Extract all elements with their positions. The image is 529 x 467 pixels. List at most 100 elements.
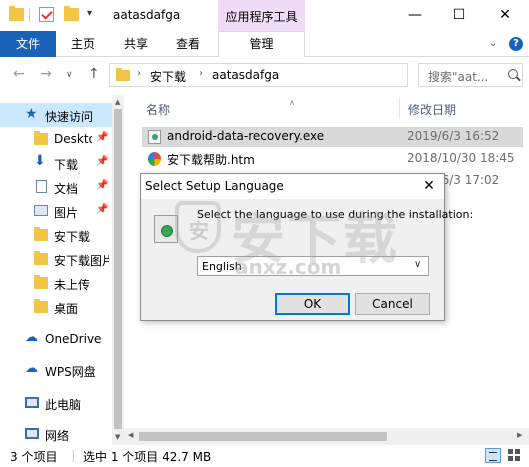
search-icon[interactable] bbox=[508, 69, 518, 79]
column-header-name[interactable]: 名称 ∧ bbox=[146, 98, 295, 118]
minimize-button[interactable]: — bbox=[395, 0, 435, 31]
nav-item-folder[interactable]: 安下载图片 bbox=[0, 247, 112, 271]
nav-item-quick-access[interactable]: ★ 快速访问 bbox=[0, 103, 112, 127]
network-icon bbox=[25, 428, 39, 439]
tab-home[interactable]: 主页 bbox=[71, 31, 95, 57]
column-header-modified[interactable]: 修改日期 bbox=[408, 101, 456, 118]
search-input[interactable]: 搜索"aat... bbox=[418, 63, 523, 87]
browser-file-icon bbox=[148, 152, 161, 166]
pin-icon[interactable]: 📌 bbox=[96, 132, 108, 143]
new-folder-icon[interactable] bbox=[64, 6, 79, 21]
scrollbar-thumb[interactable] bbox=[139, 432, 387, 441]
status-bar: 3 个项目 选中 1 个项目 42.7 MB bbox=[0, 445, 529, 467]
breadcrumb-chevron-icon[interactable]: › bbox=[199, 68, 203, 79]
sort-chevron-icon: ∧ bbox=[289, 98, 295, 107]
window-title: aatasdafga bbox=[113, 8, 181, 22]
file-date: 2019/6/3 16:52 bbox=[407, 129, 500, 143]
folder-icon bbox=[34, 299, 48, 313]
file-date: 2018/10/30 18:45 bbox=[407, 151, 515, 165]
pin-icon[interactable]: 📌 bbox=[96, 180, 108, 191]
tab-share[interactable]: 共享 bbox=[124, 31, 148, 57]
title-bar: ▾ aatasdafga 应用程序工具 — ☐ ✕ bbox=[0, 0, 529, 31]
chevron-down-icon[interactable]: ⌄ bbox=[489, 38, 497, 49]
nav-item-this-pc[interactable]: 此电脑 bbox=[0, 391, 112, 415]
scroll-left-icon[interactable]: ◀ bbox=[128, 431, 133, 439]
separator bbox=[29, 8, 30, 22]
address-box[interactable]: › 安下载 › aatasdafga ∨ ↻ bbox=[109, 63, 506, 87]
nav-item-documents[interactable]: 文档 📌 bbox=[0, 175, 112, 199]
dialog-title: Select Setup Language bbox=[145, 179, 284, 193]
file-name: 安下载帮助.htm bbox=[167, 153, 255, 167]
table-row[interactable]: 安下载帮助.htm 2018/10/30 18:45 bbox=[142, 149, 523, 169]
scrollbar-thumb[interactable] bbox=[114, 109, 122, 429]
nav-label: 安下载图片 bbox=[54, 254, 109, 268]
search-placeholder: 搜索"aat... bbox=[428, 70, 489, 84]
nav-scrollbar[interactable]: ▲ ▼ bbox=[112, 95, 124, 445]
navigation-pane: ★ 快速访问 Desktop 📌 ⬇ 下载 📌 文档 📌 图片 📌 安下载 安下… bbox=[0, 95, 124, 445]
nav-label: Desktop bbox=[54, 132, 92, 146]
nav-label: 桌面 bbox=[54, 302, 79, 316]
column-divider[interactable] bbox=[399, 97, 400, 119]
dialog-title-bar[interactable]: Select Setup Language ✕ bbox=[141, 174, 444, 199]
dialog-message: Select the language to use during the in… bbox=[197, 208, 474, 221]
up-arrow-icon[interactable]: ↑ bbox=[88, 66, 100, 82]
language-select[interactable]: English ∨ bbox=[197, 256, 429, 276]
download-arrow-icon: ⬇ bbox=[34, 153, 46, 169]
close-icon[interactable]: ✕ bbox=[416, 176, 442, 196]
pin-icon[interactable]: 📌 bbox=[96, 204, 108, 215]
installer-disc bbox=[161, 225, 173, 237]
breadcrumb-item[interactable]: aatasdafga bbox=[212, 68, 279, 82]
chevron-down-icon[interactable]: ▾ bbox=[87, 8, 92, 19]
file-name: android-data-recovery.exe bbox=[167, 129, 325, 143]
large-icons-view-icon[interactable] bbox=[508, 449, 522, 462]
separator bbox=[73, 450, 74, 462]
details-view-icon[interactable] bbox=[485, 448, 501, 463]
help-icon[interactable]: ? bbox=[509, 37, 523, 51]
exe-file-icon bbox=[148, 130, 161, 144]
nav-item-network[interactable]: 网络 bbox=[0, 422, 112, 446]
app-tools-label: 应用程序工具 bbox=[225, 10, 298, 24]
pin-icon[interactable]: 📌 bbox=[96, 156, 108, 167]
breadcrumb-chevron-icon[interactable]: › bbox=[137, 68, 141, 79]
item-count: 3 个项目 bbox=[10, 450, 58, 464]
nav-item-onedrive[interactable]: ☁ OneDrive bbox=[0, 327, 112, 351]
ribbon-tabs: 文件 主页 共享 查看 管理 ⌄ ? bbox=[0, 31, 529, 58]
language-value: English bbox=[202, 260, 242, 273]
cancel-button[interactable]: Cancel bbox=[355, 293, 430, 315]
chevron-down-icon[interactable]: ∨ bbox=[414, 259, 421, 270]
nav-item-desktop[interactable]: Desktop 📌 bbox=[0, 127, 112, 151]
computer-icon bbox=[25, 397, 39, 408]
nav-item-downloads[interactable]: ⬇ 下载 📌 bbox=[0, 151, 112, 175]
back-arrow-icon[interactable]: ← bbox=[13, 66, 25, 82]
scroll-right-icon[interactable]: ▶ bbox=[517, 431, 522, 439]
tab-file[interactable]: 文件 bbox=[0, 31, 56, 57]
forward-arrow-icon[interactable]: → bbox=[40, 66, 52, 82]
ok-button[interactable]: OK bbox=[275, 293, 350, 315]
nav-item-folder[interactable]: 安下载 bbox=[0, 223, 112, 247]
nav-item-folder[interactable]: 未上传 bbox=[0, 271, 112, 295]
breadcrumb-item[interactable]: 安下载 bbox=[150, 68, 186, 85]
maximize-button[interactable]: ☐ bbox=[439, 0, 479, 31]
properties-icon[interactable] bbox=[39, 7, 54, 22]
folder-icon bbox=[9, 6, 24, 21]
nav-item-wps[interactable]: ☁ WPS网盘 bbox=[0, 358, 112, 382]
horizontal-scrollbar[interactable]: ◀ ▶ bbox=[124, 428, 529, 445]
nav-label: WPS网盘 bbox=[45, 365, 96, 379]
folder-icon bbox=[34, 275, 48, 289]
tab-view[interactable]: 查看 bbox=[176, 31, 200, 57]
nav-item-folder[interactable]: 桌面 bbox=[0, 295, 112, 319]
nav-label: 网络 bbox=[45, 429, 70, 443]
recent-chevron-icon[interactable]: ∨ bbox=[66, 70, 73, 80]
nav-label: 此电脑 bbox=[45, 398, 82, 412]
picture-icon bbox=[34, 205, 48, 216]
scroll-down-icon[interactable]: ▼ bbox=[115, 433, 120, 441]
nav-item-pictures[interactable]: 图片 📌 bbox=[0, 199, 112, 223]
close-button[interactable]: ✕ bbox=[485, 0, 525, 31]
tab-manage[interactable]: 管理 bbox=[218, 31, 305, 58]
nav-label: OneDrive bbox=[45, 332, 102, 346]
selection-info: 选中 1 个项目 42.7 MB bbox=[83, 450, 212, 464]
document-icon bbox=[36, 180, 47, 193]
cloud-icon: ☁ bbox=[25, 330, 38, 345]
table-row[interactable]: android-data-recovery.exe 2019/6/3 16:52 bbox=[142, 127, 523, 147]
scroll-up-icon[interactable]: ▲ bbox=[115, 98, 120, 106]
